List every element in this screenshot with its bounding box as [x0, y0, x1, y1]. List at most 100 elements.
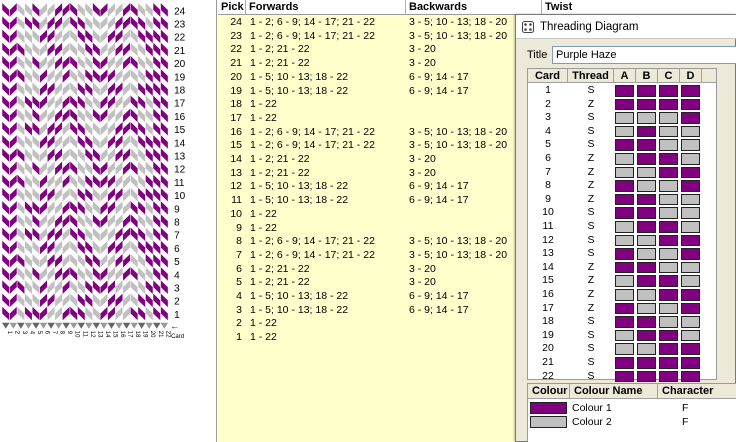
hole-d-swatch[interactable] — [681, 153, 700, 165]
hole-c-swatch[interactable] — [659, 153, 678, 165]
hole-d-swatch[interactable] — [681, 221, 700, 233]
header-hole-b[interactable]: B — [636, 69, 658, 83]
header-pick[interactable]: Pick — [218, 0, 246, 15]
card-row[interactable]: 21 S — [528, 356, 716, 370]
hole-b-swatch[interactable] — [637, 357, 656, 369]
header-hole-c[interactable]: C — [658, 69, 680, 83]
header-card[interactable]: Card — [528, 69, 568, 83]
hole-c-swatch[interactable] — [659, 289, 678, 301]
hole-d-swatch[interactable] — [681, 275, 700, 287]
hole-c-swatch[interactable] — [659, 180, 678, 192]
card-row[interactable]: 12 S — [528, 234, 716, 248]
colour-swatch[interactable] — [530, 402, 567, 414]
card-row[interactable]: 8Z — [528, 179, 716, 193]
hole-c-swatch[interactable] — [659, 85, 678, 97]
thread-direction[interactable]: Z — [568, 152, 614, 166]
hole-d-swatch[interactable] — [681, 316, 700, 328]
thread-direction[interactable]: S — [568, 125, 614, 139]
hole-d-swatch[interactable] — [681, 180, 700, 192]
hole-a-swatch[interactable] — [615, 153, 634, 165]
hole-b-swatch[interactable] — [637, 343, 656, 355]
hole-a-swatch[interactable] — [615, 302, 634, 315]
hole-c-swatch[interactable] — [659, 139, 678, 151]
header-colour-name[interactable]: Colour Name — [570, 384, 658, 399]
hole-c-swatch[interactable] — [659, 112, 678, 124]
card-row[interactable]: 22 S — [528, 370, 716, 384]
thread-direction[interactable]: S — [568, 315, 614, 329]
thread-direction[interactable]: Z — [568, 274, 614, 288]
hole-a-swatch[interactable] — [615, 166, 634, 179]
thread-direction[interactable]: Z — [568, 261, 614, 275]
colour-swatch[interactable] — [530, 416, 567, 428]
hole-b-swatch[interactable] — [637, 316, 656, 328]
hole-a-swatch[interactable] — [615, 85, 634, 97]
hole-d-swatch[interactable] — [681, 112, 700, 124]
card-row[interactable]: 10 S — [528, 206, 716, 220]
header-forwards[interactable]: Forwards — [246, 0, 406, 15]
hole-a-swatch[interactable] — [615, 180, 634, 192]
hole-c-swatch[interactable] — [659, 370, 678, 383]
hole-c-swatch[interactable] — [659, 248, 678, 260]
header-colour[interactable]: Colour — [528, 384, 570, 399]
hole-d-swatch[interactable] — [681, 125, 700, 138]
hole-c-swatch[interactable] — [659, 302, 678, 315]
hole-b-swatch[interactable] — [637, 302, 656, 315]
thread-direction[interactable]: S — [568, 234, 614, 248]
thread-direction[interactable]: S — [568, 356, 614, 370]
hole-b-swatch[interactable] — [637, 85, 656, 97]
hole-a-swatch[interactable] — [615, 357, 634, 369]
hole-d-swatch[interactable] — [681, 85, 700, 97]
thread-direction[interactable]: S — [568, 247, 614, 261]
hole-c-swatch[interactable] — [659, 343, 678, 355]
colour-row[interactable]: Colour 1 F — [528, 401, 736, 415]
hole-b-swatch[interactable] — [637, 234, 656, 247]
colour-row[interactable]: Colour 2 F — [528, 415, 736, 429]
hole-c-swatch[interactable] — [659, 221, 678, 233]
hole-a-swatch[interactable] — [615, 261, 634, 274]
thread-direction[interactable]: Z — [568, 98, 614, 112]
hole-c-swatch[interactable] — [659, 207, 678, 219]
hole-c-swatch[interactable] — [659, 125, 678, 138]
hole-d-swatch[interactable] — [681, 166, 700, 179]
hole-b-swatch[interactable] — [637, 139, 656, 151]
hole-c-swatch[interactable] — [659, 193, 678, 206]
card-row[interactable]: 15 Z — [528, 274, 716, 288]
thread-direction[interactable]: S — [568, 370, 614, 384]
colour-table[interactable]: Colour Colour Name Character Colour 1 F Co… — [527, 383, 736, 442]
hole-d-swatch[interactable] — [681, 343, 700, 355]
hole-d-swatch[interactable] — [681, 193, 700, 206]
hole-d-swatch[interactable] — [681, 98, 700, 111]
threading-card-table[interactable]: Card Thread A B C D 1 S 2 Z 3 S 4 S 5 S 6 Z 7 Z 8 Z 9 Z 10… — [527, 68, 717, 383]
thread-direction[interactable]: S — [568, 206, 614, 220]
header-thread[interactable]: Thread — [568, 69, 614, 83]
hole-b-swatch[interactable] — [637, 112, 656, 124]
header-character[interactable]: Character — [658, 384, 736, 399]
hole-a-swatch[interactable] — [615, 370, 634, 383]
hole-a-swatch[interactable] — [615, 289, 634, 301]
hole-b-swatch[interactable] — [637, 166, 656, 179]
hole-d-swatch[interactable] — [681, 248, 700, 260]
hole-d-swatch[interactable] — [681, 329, 700, 342]
hole-b-swatch[interactable] — [637, 289, 656, 301]
hole-b-swatch[interactable] — [637, 275, 656, 287]
hole-a-swatch[interactable] — [615, 125, 634, 138]
card-row[interactable]: 13 S — [528, 247, 716, 261]
hole-b-swatch[interactable] — [637, 125, 656, 138]
card-row[interactable]: 5S — [528, 138, 716, 152]
thread-direction[interactable]: Z — [568, 302, 614, 316]
thread-direction[interactable]: Z — [568, 179, 614, 193]
title-input[interactable] — [552, 46, 736, 64]
card-row[interactable]: 17 Z — [528, 302, 716, 316]
hole-d-swatch[interactable] — [681, 139, 700, 151]
header-twist[interactable]: Twist — [542, 0, 736, 15]
hole-a-swatch[interactable] — [615, 343, 634, 355]
hole-b-swatch[interactable] — [637, 261, 656, 274]
card-row[interactable]: 9Z — [528, 193, 716, 207]
thread-direction[interactable]: S — [568, 138, 614, 152]
hole-a-swatch[interactable] — [615, 221, 634, 233]
hole-d-swatch[interactable] — [681, 302, 700, 315]
header-backwards[interactable]: Backwards — [406, 0, 542, 15]
hole-a-swatch[interactable] — [615, 98, 634, 111]
thread-direction[interactable]: S — [568, 342, 614, 356]
hole-b-swatch[interactable] — [637, 248, 656, 260]
